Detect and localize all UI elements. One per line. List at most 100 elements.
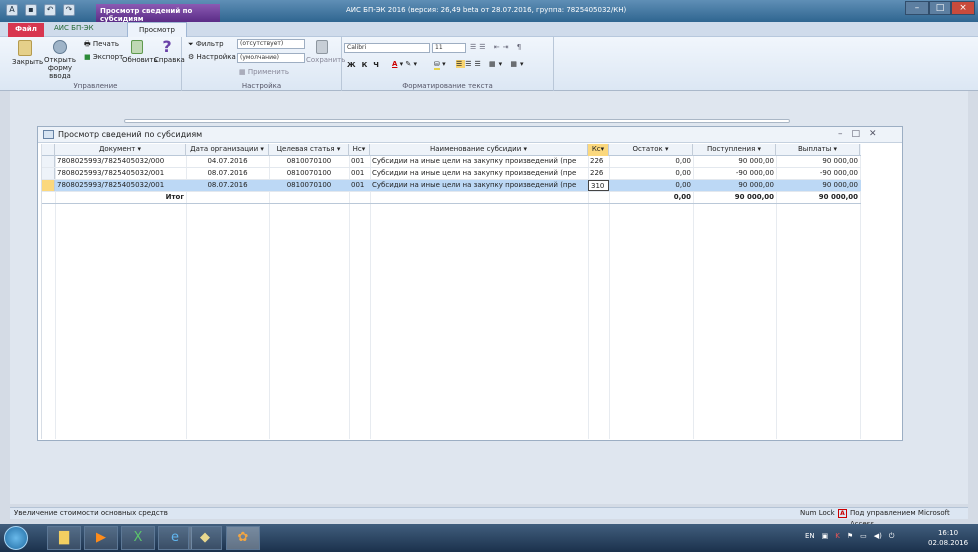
column-header-article[interactable]: Целевая статья ▾ (269, 144, 349, 156)
export-button[interactable]: ■ Экспорт (84, 53, 123, 61)
cell-date[interactable]: 08.07.2016 (186, 168, 269, 179)
internet-explorer-icon[interactable]: e (158, 526, 192, 550)
cell-article[interactable]: 0810070100 (269, 180, 349, 191)
cell-payments[interactable]: -90 000,00 (776, 168, 860, 179)
window-title: АИС БП-ЭК 2016 (версия: 26,49 beta от 28… (346, 6, 627, 14)
system-tray: EN ▣ K ⚑ ▭ ◀) ⏻ (805, 532, 894, 541)
row-selector[interactable] (42, 168, 55, 179)
table-row[interactable]: 7808025993/7825405032/000 04.07.2016 081… (42, 156, 861, 168)
header-label: Документ (98, 145, 136, 153)
cell-ks[interactable]: 310 (588, 180, 609, 191)
cell-ns[interactable]: 001 (349, 168, 370, 179)
column-header-date[interactable]: Дата организации ▾ (186, 144, 269, 156)
filter-button[interactable]: ⏷ Фильтр (188, 40, 224, 49)
cell-income[interactable]: -90 000,00 (693, 168, 776, 179)
cell-ks[interactable]: 226 (588, 168, 609, 179)
cell-payments[interactable]: 90 000,00 (776, 156, 860, 167)
cell-ns[interactable]: 001 (349, 180, 370, 191)
cell-income[interactable]: 90 000,00 (693, 156, 776, 167)
open-form-button[interactable]: Открыть форму ввода (38, 40, 82, 80)
minimize-icon[interactable]: – (838, 129, 843, 139)
column-header-document[interactable]: Документ ▾ (55, 144, 186, 156)
tab-view[interactable]: Просмотр (127, 22, 187, 38)
column-header-payments[interactable]: Выплаты ▾ (776, 144, 860, 156)
column-header-rest[interactable]: Остаток ▾ (609, 144, 693, 156)
explorer-icon[interactable]: ▇ (47, 526, 81, 550)
close-icon[interactable]: ✕ (869, 129, 877, 139)
cell-date[interactable]: 08.07.2016 (186, 180, 269, 191)
cell-rest[interactable]: 0,00 (609, 168, 693, 179)
row-selector[interactable] (42, 180, 55, 191)
header-label: Дата организации (190, 145, 259, 153)
cell-date[interactable]: 04.07.2016 (186, 156, 269, 167)
setting-combo[interactable]: (умолчание) (237, 53, 305, 63)
undo-icon[interactable]: ↶ (44, 4, 56, 16)
redo-icon[interactable]: ↷ (63, 4, 75, 16)
row-selector[interactable] (42, 156, 55, 167)
setting-button[interactable]: ⚙ Настройка (188, 53, 236, 61)
column-header-ks[interactable]: Кс▾ (588, 144, 609, 156)
title-bar: A ▪ ↶ ↷ Просмотр сведений по субсидиям А… (0, 0, 978, 23)
fill-color-button[interactable]: ⛁ ▾ (434, 60, 446, 70)
table-row[interactable]: 7808025993/7825405032/001 08.07.2016 081… (42, 180, 861, 192)
column-header-income[interactable]: Поступления ▾ (693, 144, 776, 156)
font-style-tools[interactable]: ЖКЧ (347, 61, 385, 69)
cell-payments[interactable]: 90 000,00 (776, 180, 860, 191)
select-all[interactable] (42, 144, 55, 156)
table-row[interactable]: 7808025993/7825405032/001 08.07.2016 081… (42, 168, 861, 180)
flag-icon[interactable]: ⚑ (847, 532, 853, 541)
maximize-icon[interactable]: □ (852, 129, 861, 139)
cell-ks[interactable]: 226 (588, 156, 609, 167)
save-button[interactable]: Сохранить (306, 40, 345, 64)
open-form-label: Открыть форму ввода (44, 56, 76, 80)
app-task-icon[interactable]: ✿ (226, 526, 260, 550)
print-button[interactable]: 🖶 Печать (84, 40, 119, 51)
app-icon[interactable]: A (6, 4, 18, 16)
clock[interactable]: 16:10 02.08.2016 (928, 528, 968, 548)
cell-document[interactable]: 7808025993/7825405032/001 (55, 180, 186, 191)
filter-combo[interactable]: (отсутствует) (237, 39, 305, 49)
monitor-icon[interactable]: ▭ (860, 532, 867, 541)
cell-article[interactable]: 0810070100 (269, 168, 349, 179)
cell-name[interactable]: Субсидии на иные цели на закупку произве… (370, 168, 588, 179)
size-combo[interactable]: 11 (432, 43, 466, 53)
excel-icon[interactable]: X (121, 526, 155, 550)
apply-label: Применить (247, 68, 290, 76)
refresh-button[interactable]: Обновить (122, 40, 158, 64)
power-icon[interactable]: ⏻ (889, 532, 895, 541)
cell-document[interactable]: 7808025993/7825405032/001 (55, 168, 186, 179)
maximize-icon[interactable]: □ (929, 1, 951, 15)
help-button[interactable]: ? Справка (154, 37, 185, 64)
cell-rest[interactable]: 0,00 (609, 156, 693, 167)
cell-ns[interactable]: 001 (349, 156, 370, 167)
context-tab-label: Просмотр сведений по субсидиям (96, 4, 220, 23)
font-color-button[interactable]: A ▾ ✎ ▾ (392, 60, 417, 68)
save-icon[interactable]: ▪ (25, 4, 37, 16)
settings-icon: ⚙ (188, 53, 195, 61)
media-player-icon[interactable]: ▶ (84, 526, 118, 550)
cell-article[interactable]: 0810070100 (269, 156, 349, 167)
tab-app[interactable]: АИС БП-ЭК (54, 24, 94, 32)
list-tools[interactable]: ☰☰ ⇤⇥ ¶ (470, 43, 524, 51)
cell-document[interactable]: 7808025993/7825405032/000 (55, 156, 186, 167)
align-tools[interactable]: ☰☰☰ ▦▾ ▦▾ (456, 60, 527, 68)
minimize-icon[interactable]: – (905, 1, 929, 15)
column-header-ns[interactable]: Нс▾ (349, 144, 370, 156)
cell-income[interactable]: 90 000,00 (693, 180, 776, 191)
column-header-name[interactable]: Наименование субсидии ▾ (370, 144, 588, 156)
cell-name[interactable]: Субсидии на иные цели на закупку произве… (370, 180, 588, 191)
font-combo[interactable]: Calibri (344, 43, 430, 53)
network-icon[interactable]: ▣ (822, 532, 829, 541)
close-icon[interactable]: × (951, 1, 975, 15)
cell-name[interactable]: Субсидии на иные цели на закупку произве… (370, 156, 588, 167)
notes-icon[interactable]: ◆ (188, 526, 222, 550)
cell-rest[interactable]: 0,00 (609, 180, 693, 191)
start-button[interactable] (4, 526, 28, 550)
apply-button[interactable]: ▦ Применить (239, 68, 289, 76)
numlock-indicator: Num Lock (800, 509, 835, 517)
language-indicator[interactable]: EN (805, 532, 815, 541)
tab-file[interactable]: Файл (8, 23, 44, 37)
sound-icon[interactable]: ◀) (874, 532, 882, 541)
close-button[interactable]: Закрыть (12, 40, 43, 66)
kaspersky-icon[interactable]: K (835, 532, 840, 541)
